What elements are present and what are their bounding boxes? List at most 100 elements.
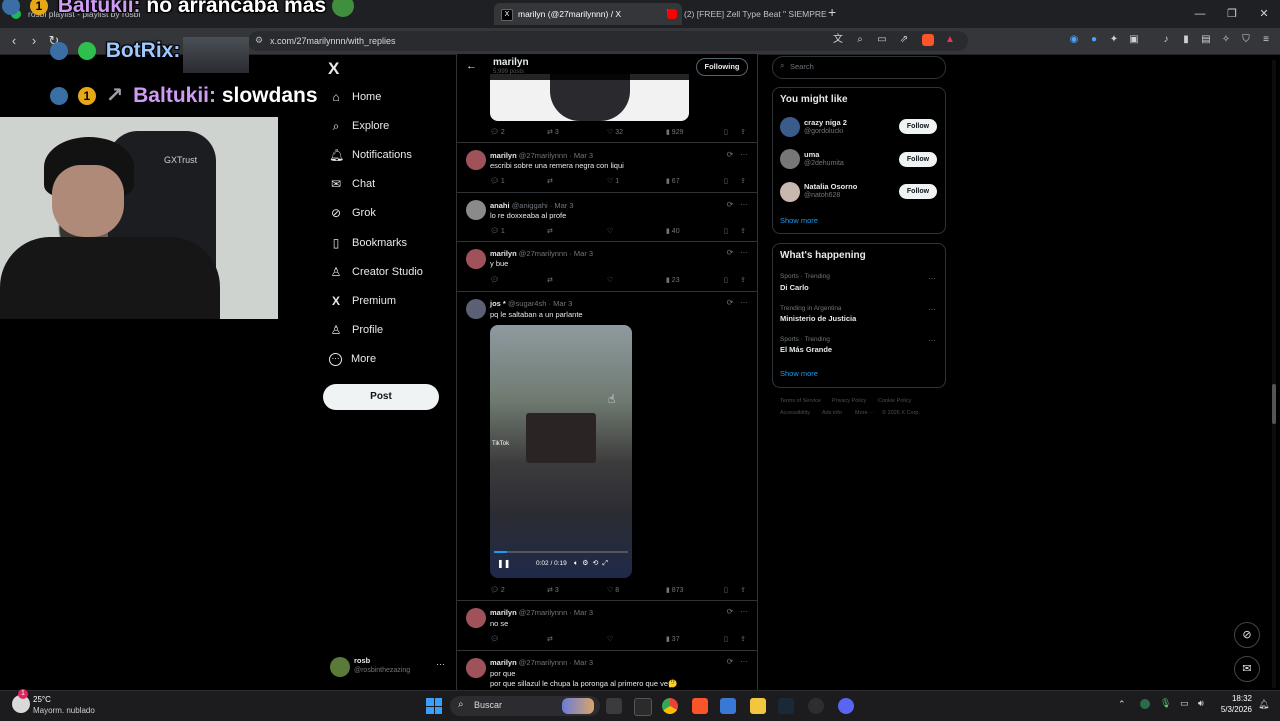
- footer-link[interactable]: Terms of Service: [780, 398, 821, 404]
- music-icon[interactable]: ♪: [1160, 34, 1172, 46]
- page-scrollbar[interactable]: [1272, 60, 1276, 688]
- follow-button[interactable]: Follow: [899, 152, 937, 167]
- footer-link[interactable]: More ···: [855, 410, 875, 416]
- views-icon[interactable]: ▮ 67: [666, 177, 680, 185]
- share-icon[interactable]: ⇪: [740, 227, 746, 235]
- tweet[interactable]: anahi @aniggahi · Mar 3 ⟳ ··· lo re doxx…: [457, 192, 757, 242]
- sidebar-item-home[interactable]: ⌂ Home: [329, 86, 381, 108]
- search-input[interactable]: ⌕ Search: [772, 56, 946, 79]
- retweet-icon[interactable]: ⇄: [547, 177, 553, 185]
- tray-chevron-icon[interactable]: ⌃: [1118, 699, 1126, 710]
- notification-bell-icon[interactable]: 🔔︎: [1258, 699, 1269, 710]
- share-icon[interactable]: ⇪: [740, 177, 746, 185]
- new-tab-button[interactable]: +: [828, 4, 836, 20]
- browser-tab-x[interactable]: X marilyn (@27marilynnn) / X ✕: [494, 3, 682, 25]
- app-icon[interactable]: [808, 698, 824, 714]
- sidebar-item-creator-studio[interactable]: ♙ Creator Studio: [329, 261, 423, 283]
- like-icon[interactable]: ♡: [607, 276, 613, 284]
- trend-more-icon[interactable]: ···: [928, 305, 936, 314]
- more-icon[interactable]: ···: [436, 659, 445, 669]
- sidebar-item-notifications[interactable]: 🔔︎ Notifications: [329, 144, 412, 166]
- bookmark-icon[interactable]: ▯: [724, 177, 728, 185]
- sidebar-item-bookmarks[interactable]: ▯ Bookmarks: [329, 232, 407, 254]
- tweet-menu[interactable]: ⟳ ···: [727, 200, 748, 209]
- avatar[interactable]: [466, 249, 486, 269]
- store-icon[interactable]: [720, 698, 736, 714]
- retweet-icon[interactable]: ⇄: [547, 635, 553, 643]
- suggestion-name[interactable]: crazy niga 2: [804, 118, 847, 127]
- x-logo[interactable]: X: [328, 59, 339, 79]
- brave-rewards-icon[interactable]: ▲: [944, 34, 956, 46]
- views-icon[interactable]: ▮ 40: [666, 227, 680, 235]
- avatar[interactable]: [780, 117, 800, 137]
- tweet-menu[interactable]: ⟳ ···: [727, 298, 748, 307]
- bookmark-icon[interactable]: ▯: [724, 586, 728, 594]
- reply-icon[interactable]: 💬︎ 1: [490, 227, 505, 235]
- bookmark-icon[interactable]: ▯: [724, 227, 728, 235]
- reply-icon[interactable]: 💬︎ 2: [490, 128, 505, 136]
- wallet-icon[interactable]: ▤: [1200, 34, 1212, 46]
- microphone-icon[interactable]: 🎙︎: [1160, 698, 1171, 709]
- site-info-icon[interactable]: ⚙: [255, 35, 263, 46]
- reply-icon[interactable]: 💬︎ 1: [490, 177, 505, 185]
- trend-item[interactable]: El Más Grande: [780, 345, 832, 354]
- like-icon[interactable]: ♡ 32: [607, 128, 623, 136]
- chrome-icon[interactable]: [662, 698, 678, 714]
- sidebar-item-chat[interactable]: ✉ Chat: [329, 173, 375, 195]
- trend-more-icon[interactable]: ···: [928, 274, 936, 283]
- discord-icon[interactable]: [838, 698, 854, 714]
- browser-tab-youtube[interactable]: (2) [FREE] Zell Type Beat " SIEMPRE: [660, 3, 844, 25]
- views-icon[interactable]: ▮ 23: [666, 276, 680, 284]
- views-icon[interactable]: ▮ 37: [666, 635, 680, 643]
- trend-item[interactable]: Di Carlo: [780, 283, 809, 292]
- weather-temp[interactable]: 25°C: [33, 695, 51, 704]
- back-icon[interactable]: ‹: [6, 32, 22, 50]
- sidebar-item-profile[interactable]: ♙ Profile: [329, 319, 384, 341]
- footer-link[interactable]: Privacy Policy: [832, 398, 866, 404]
- grok-floating-button[interactable]: ⊘: [1234, 622, 1260, 648]
- leo-icon[interactable]: ✧: [1220, 34, 1232, 46]
- share-icon[interactable]: ⇗: [898, 34, 910, 46]
- bookmark-icon[interactable]: ▯: [724, 635, 728, 643]
- suggestion-name[interactable]: uma: [804, 150, 819, 159]
- retweet-icon[interactable]: ⇄: [547, 227, 553, 235]
- weather-desc[interactable]: Mayorm. nublado: [33, 706, 95, 715]
- like-icon[interactable]: ♡ 8: [607, 586, 619, 594]
- brave-icon[interactable]: [692, 698, 708, 714]
- minimize-icon[interactable]: —: [1184, 0, 1216, 28]
- video-controls[interactable]: 🔈︎⚙⟲⤢: [574, 559, 612, 568]
- task-view-icon[interactable]: [606, 698, 622, 714]
- account-switcher[interactable]: rosb @rosbinthezazing ···: [330, 655, 448, 685]
- share-icon[interactable]: ⇪: [740, 635, 746, 643]
- share-icon[interactable]: ⇪: [740, 276, 746, 284]
- avatar[interactable]: [780, 182, 800, 202]
- tweet-menu[interactable]: ⟳ ···: [727, 150, 748, 159]
- pause-icon[interactable]: ❚❚: [497, 559, 510, 568]
- avatar[interactable]: [466, 200, 486, 220]
- sidebar-item-grok[interactable]: ⊘ Grok: [329, 202, 376, 224]
- tweet[interactable]: marilyn @27marilynnn · Mar 3 ⟳ ··· por q…: [457, 650, 757, 694]
- audio-icon[interactable]: ◉: [1068, 34, 1080, 46]
- follow-button[interactable]: Follow: [899, 184, 937, 199]
- sidebar-toggle-icon[interactable]: ▮: [1180, 34, 1192, 46]
- screenshot-icon[interactable]: ▣: [1128, 34, 1140, 46]
- trend-more-icon[interactable]: ···: [928, 336, 936, 345]
- avatar[interactable]: [466, 658, 486, 678]
- views-icon[interactable]: ▮ 929: [666, 128, 683, 136]
- tweet-image[interactable]: [490, 74, 689, 121]
- reply-icon[interactable]: 💬︎: [490, 276, 499, 284]
- tweet-menu[interactable]: ⟳ ···: [727, 657, 748, 666]
- tweet-menu[interactable]: ⟳ ···: [727, 607, 748, 616]
- tray-app-icon[interactable]: [1140, 699, 1150, 709]
- tweet-video[interactable]: TikTok ❚❚ 0:02 / 0:19 🔈︎⚙⟲⤢: [490, 325, 632, 578]
- avatar[interactable]: [466, 150, 486, 170]
- video-progress-track[interactable]: [494, 551, 628, 553]
- clock-time[interactable]: 18:32: [1226, 694, 1252, 703]
- post-button[interactable]: Post: [323, 384, 439, 410]
- like-icon[interactable]: ♡ 1: [607, 177, 619, 185]
- clock-date[interactable]: 5/3/2026: [1214, 705, 1252, 714]
- reply-icon[interactable]: 💬︎: [490, 635, 499, 643]
- zoom-icon[interactable]: ⌕: [854, 34, 866, 46]
- tweet-menu[interactable]: ⟳ ···: [727, 248, 748, 257]
- sidebar-item-explore[interactable]: ⌕ Explore: [329, 115, 390, 137]
